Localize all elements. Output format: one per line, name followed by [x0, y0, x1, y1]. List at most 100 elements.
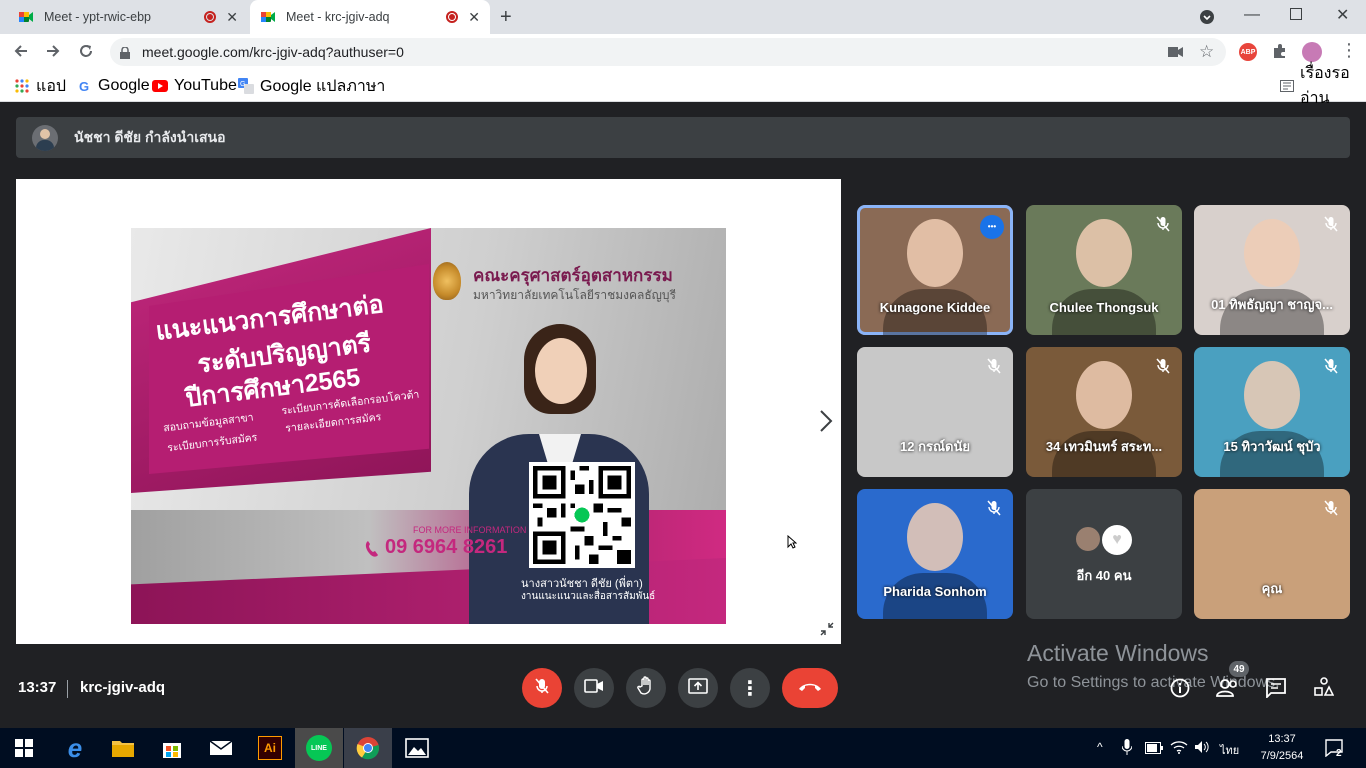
participant-tile[interactable]: คุณ — [1194, 489, 1350, 619]
tab-title: Meet - krc-jgiv-adq — [286, 10, 390, 24]
participant-name: 15 ทิวาวัฒน์ ชุบัว — [1223, 439, 1321, 454]
meeting-code: krc-jgiv-adq — [80, 679, 166, 696]
illustrator-icon: Ai — [258, 736, 282, 760]
participant-name: Pharida Sonhom — [883, 584, 987, 599]
meeting-details-icon[interactable] — [1170, 678, 1190, 703]
translate-icon: G — [238, 78, 254, 94]
meet-favicon-icon — [260, 9, 276, 25]
restore-icon[interactable] — [1290, 8, 1302, 20]
back-icon[interactable] — [12, 42, 30, 65]
adblock-icon[interactable]: ABP — [1239, 43, 1257, 61]
hand-icon — [637, 675, 655, 701]
taskbar-store[interactable] — [148, 728, 196, 768]
bookmark-youtube[interactable]: YouTube — [152, 77, 237, 94]
new-tab-icon[interactable]: + — [500, 6, 512, 29]
minimize-icon[interactable]: — — [1244, 6, 1260, 24]
bookmark-label: YouTube — [174, 77, 237, 94]
window-close-icon[interactable]: ✕ — [1336, 5, 1349, 25]
participant-tile[interactable]: ••• Kunagone Kiddee — [857, 205, 1013, 335]
leave-call-button[interactable] — [782, 668, 838, 708]
phone-icon — [365, 540, 379, 558]
participant-tile[interactable]: 01 ทิพธัญญา ชาญจ... — [1194, 205, 1350, 335]
reload-icon[interactable] — [77, 42, 95, 65]
participant-tile[interactable]: Pharida Sonhom — [857, 489, 1013, 619]
bookmark-star-icon[interactable]: ☆ — [1199, 42, 1214, 62]
collapse-icon[interactable] — [820, 622, 834, 641]
mic-toggle-button[interactable] — [522, 668, 562, 708]
mic-off-icon — [533, 677, 551, 700]
close-tab-icon[interactable]: ✕ — [226, 9, 238, 26]
wifi-icon[interactable] — [1170, 740, 1188, 759]
windows-logo-icon — [15, 739, 33, 757]
slide-faculty: คณะครุศาสตร์อุตสาหกรรม — [473, 266, 673, 285]
reading-list[interactable]: เรื่องรออ่าน — [1280, 65, 1366, 107]
raise-hand-button[interactable] — [626, 668, 666, 708]
apps-grid-icon — [14, 78, 30, 94]
store-icon — [163, 743, 181, 758]
battery-icon[interactable] — [1145, 741, 1163, 759]
participant-tile[interactable]: Chulee Thongsuk — [1026, 205, 1182, 335]
activation-watermark-title: Activate Windows — [1027, 640, 1209, 666]
present-screen-icon — [688, 677, 708, 699]
participant-tile[interactable]: 15 ทิวาวัฒน์ ชุบัว — [1194, 347, 1350, 477]
taskbar-photos[interactable] — [393, 728, 441, 768]
reading-list-icon — [1280, 78, 1294, 94]
muted-mic-icon — [1154, 357, 1172, 375]
notification-count: 2 — [1336, 748, 1342, 759]
participant-name: 34 เทวมินทร์ สระท... — [1045, 439, 1163, 454]
participant-name: อีก 40 คน — [1076, 568, 1132, 583]
address-bar[interactable]: meet.google.com/krc-jgiv-adq?authuser=0 — [110, 38, 1226, 66]
presenter-text: นัชชา ดีชัย กำลังนำเสนอ — [74, 128, 226, 145]
participant-tile[interactable]: 34 เทวมินทร์ สระท... — [1026, 347, 1182, 477]
bookmark-apps[interactable]: แอป — [14, 78, 66, 95]
microphone-tray-icon[interactable] — [1121, 739, 1133, 760]
taskbar-mail[interactable] — [197, 728, 245, 768]
forward-icon[interactable] — [44, 42, 62, 65]
extensions-icon[interactable] — [1272, 43, 1288, 64]
muted-mic-icon — [985, 357, 1003, 375]
people-icon[interactable] — [1216, 678, 1240, 703]
taskbar-chrome[interactable] — [344, 728, 392, 768]
reading-list-label: เรื่องรออ่าน — [1300, 65, 1350, 107]
show-hidden-icons-icon[interactable]: ^ — [1097, 740, 1103, 754]
participant-tile[interactable]: ♥ อีก 40 คน — [1026, 489, 1182, 619]
action-center-icon[interactable] — [1325, 739, 1345, 762]
edge-icon: e — [67, 732, 83, 763]
input-language[interactable]: ไทย — [1220, 741, 1239, 759]
participant-tile[interactable]: 12 กรณ์ดนัย — [857, 347, 1013, 477]
muted-mic-icon — [985, 499, 1003, 517]
camera-indicator-icon[interactable] — [1168, 45, 1184, 63]
bookmark-label: Google — [98, 77, 150, 94]
mouse-cursor-icon — [787, 534, 798, 554]
google-icon: G — [78, 78, 90, 94]
muted-mic-icon — [1154, 215, 1172, 233]
taskbar-illustrator[interactable]: Ai — [246, 728, 294, 768]
clock-date[interactable]: 7/9/2564 — [1252, 750, 1312, 762]
present-button[interactable] — [678, 668, 718, 708]
tab-search-icon[interactable] — [1200, 10, 1214, 24]
chat-icon[interactable] — [1266, 678, 1286, 703]
slide-phone: 09 6964 8261 — [385, 536, 508, 558]
clock-time[interactable]: 13:37 — [1256, 733, 1308, 745]
next-slide-icon[interactable] — [816, 408, 836, 439]
volume-icon[interactable] — [1194, 740, 1210, 759]
camera-toggle-button[interactable] — [574, 668, 614, 708]
taskbar-line[interactable]: LINE — [295, 728, 343, 768]
taskbar-edge[interactable]: e — [51, 728, 99, 768]
presentation-slide: คณะครุศาสตร์อุตสาหกรรม มหาวิทยาลัยเทคโนโ… — [131, 228, 726, 624]
tab-meet-1[interactable]: Meet - ypt-rwic-ebp ✕ — [8, 0, 248, 34]
participant-video — [857, 205, 1013, 335]
profile-avatar[interactable] — [1302, 42, 1322, 62]
participant-name: คุณ — [1261, 581, 1283, 596]
close-tab-icon[interactable]: ✕ — [468, 9, 480, 26]
tab-meet-2[interactable]: Meet - krc-jgiv-adq ✕ — [250, 0, 490, 34]
svg-text:G: G — [240, 81, 245, 88]
activities-icon[interactable] — [1314, 677, 1335, 702]
participant-name: Kunagone Kiddee — [879, 300, 991, 315]
chrome-menu-icon[interactable]: ⋮ — [1340, 40, 1358, 61]
bookmark-translate[interactable]: G Google แปลภาษา — [238, 78, 385, 95]
taskbar-file-explorer[interactable] — [99, 728, 147, 768]
more-options-button[interactable]: ⋮ — [730, 668, 770, 708]
start-button[interactable] — [0, 728, 48, 768]
bookmark-google[interactable]: G Google — [76, 77, 150, 94]
